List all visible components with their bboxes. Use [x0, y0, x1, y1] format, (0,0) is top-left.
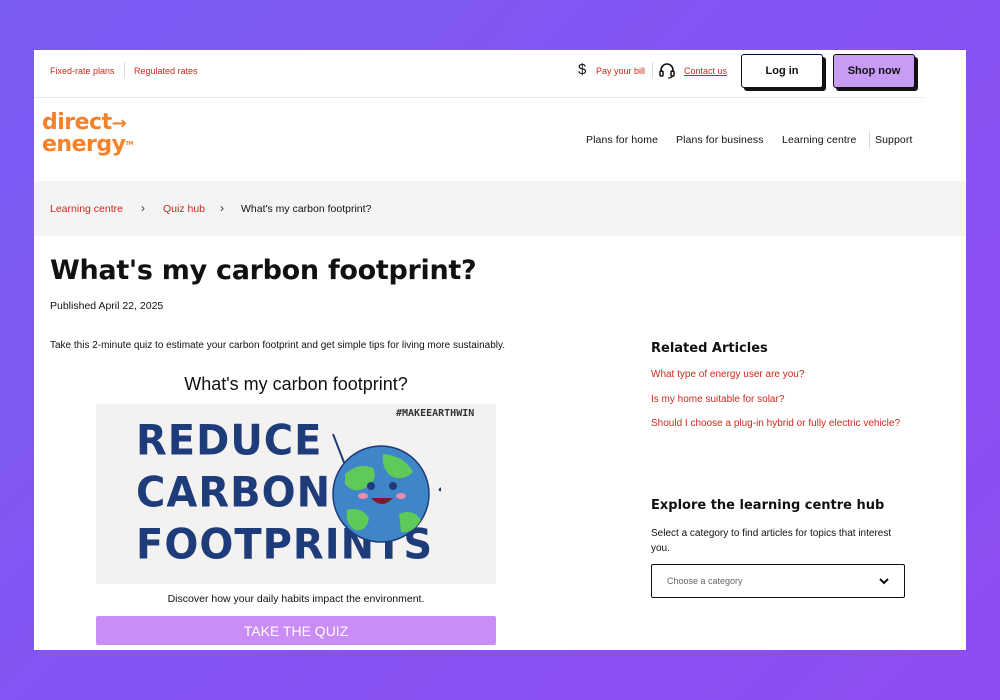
quiz-caption: Discover how your daily habits impact th…	[167, 593, 425, 605]
chevron-right-icon: ›	[141, 201, 145, 215]
hub-heading: Explore the learning centre hub	[651, 498, 885, 513]
divider	[652, 62, 653, 78]
nav-support[interactable]: Support	[875, 134, 912, 146]
logo-line-2: energyTM	[42, 132, 133, 157]
published-date: Published April 22, 2025	[50, 300, 164, 312]
breadcrumb-quiz-hub[interactable]: Quiz hub	[163, 203, 205, 215]
contact-us-link[interactable]: Contact us	[684, 66, 727, 76]
quiz-image[interactable]: REDUCE CARBON FOOTPRINTS #MAKEEARTHWIN	[96, 404, 496, 584]
regulated-rates-link[interactable]: Regulated rates	[134, 66, 198, 76]
logo-line-1: direct→	[42, 110, 127, 135]
image-word: REDUCE	[136, 416, 323, 466]
related-articles-heading: Related Articles	[651, 341, 768, 356]
take-quiz-button[interactable]: TAKE THE QUIZ	[96, 616, 496, 645]
headset-icon	[659, 63, 675, 79]
article-intro: Take this 2-minute quiz to estimate your…	[50, 340, 506, 351]
earth-icon	[332, 433, 441, 543]
category-select[interactable]: Choose a category	[651, 564, 905, 598]
divider	[124, 62, 125, 78]
utility-bar: Fixed-rate plans Regulated rates $ Pay y…	[34, 50, 924, 98]
nav-learning-centre[interactable]: Learning centre	[782, 134, 856, 146]
hashtag: #MAKEEARTHWIN	[396, 408, 475, 419]
related-article-link[interactable]: Is my home suitable for solar?	[651, 393, 901, 408]
direct-energy-logo[interactable]: direct→ energyTM	[42, 112, 142, 162]
dollar-icon: $	[578, 61, 587, 78]
chevron-down-icon	[879, 578, 889, 585]
breadcrumb: Learning centre › Quiz hub › What's my c…	[34, 181, 966, 236]
fixed-rate-plans-link[interactable]: Fixed-rate plans	[50, 66, 115, 76]
arrow-right-icon: →	[111, 113, 127, 134]
hub-description: Select a category to find articles for t…	[651, 528, 892, 554]
category-select-placeholder: Choose a category	[667, 576, 743, 586]
related-article-link[interactable]: Should I choose a plug-in hybrid or full…	[651, 417, 901, 432]
related-article-link[interactable]: What type of energy user are you?	[651, 368, 901, 383]
page: Fixed-rate plans Regulated rates $ Pay y…	[34, 50, 966, 650]
image-word: CARBON	[136, 468, 332, 518]
divider	[869, 131, 870, 149]
quiz-title: What's my carbon footprint?	[184, 374, 408, 394]
shop-now-button[interactable]: Shop now	[833, 54, 915, 88]
breadcrumb-current: What's my carbon footprint?	[241, 203, 372, 215]
page-title: What's my carbon footprint?	[50, 255, 477, 286]
nav-plans-home[interactable]: Plans for home	[586, 134, 658, 146]
chevron-right-icon: ›	[220, 201, 224, 215]
breadcrumb-learning-centre[interactable]: Learning centre	[50, 203, 123, 215]
login-button[interactable]: Log in	[741, 54, 823, 88]
pay-bill-link[interactable]: Pay your bill	[596, 66, 645, 76]
nav-plans-business[interactable]: Plans for business	[676, 134, 764, 146]
